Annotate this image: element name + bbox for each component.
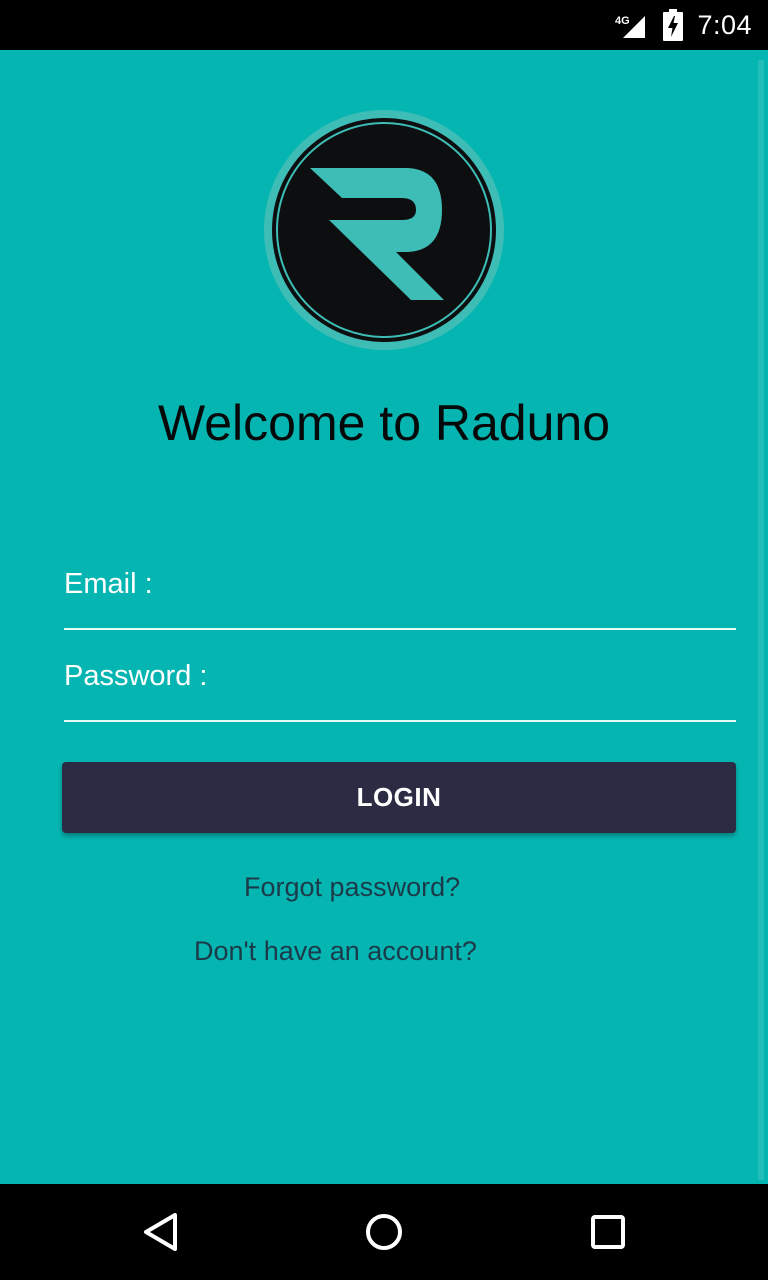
password-input[interactable] [64,660,740,720]
login-button[interactable]: LOGIN [62,762,736,833]
email-input[interactable] [64,568,740,628]
scroll-indicator [758,60,764,1180]
page-title: Welcome to Raduno [157,395,611,451]
email-field[interactable]: Email : [64,568,740,630]
status-clock: 7:04 [697,9,752,40]
forgot-password-link[interactable]: Forgot password? [244,872,460,903]
status-bar: 4G 7:04 [0,0,768,50]
home-icon[interactable] [360,1208,408,1256]
battery-charging-icon [663,9,684,41]
network-type-label: 4G [615,15,630,27]
navigation-bar [0,1184,768,1280]
app-logo [264,110,504,350]
signal-icon: 4G [613,10,649,40]
signup-link[interactable]: Don't have an account? [194,936,477,967]
status-icons: 4G 7:04 [613,0,752,50]
recents-icon[interactable] [584,1208,632,1256]
password-field[interactable]: Password : [64,660,740,722]
back-icon[interactable] [136,1208,184,1256]
